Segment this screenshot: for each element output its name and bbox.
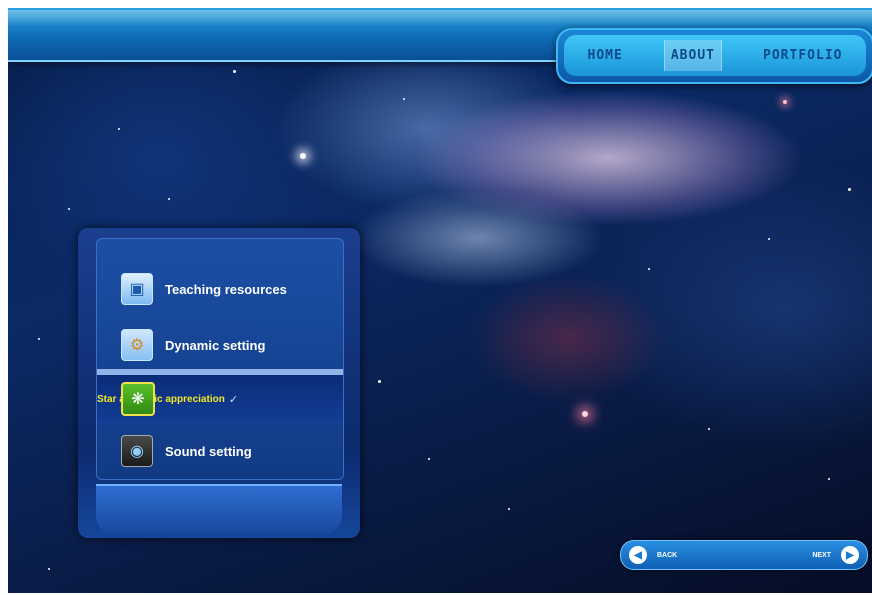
star — [68, 208, 70, 210]
menu-item-dynamic-setting[interactable]: ⚙ Dynamic setting — [97, 321, 343, 369]
star — [708, 428, 710, 430]
main-nav: HOME ABOUT PORTFOLIO — [556, 28, 872, 84]
menu-item-label: Teaching resources — [165, 281, 287, 297]
dynamic-setting-icon: ⚙ — [121, 329, 153, 361]
nav-about[interactable]: ABOUT — [663, 40, 722, 71]
next-label: NEXT — [812, 551, 831, 559]
teaching-resources-icon: ▣ — [121, 273, 153, 305]
nav-portfolio[interactable]: PORTFOLIO — [757, 40, 848, 71]
next-button[interactable]: NEXT ▶ — [812, 541, 859, 569]
star-aesthetic-icon: ❋ — [121, 382, 155, 416]
menu-item-label: Sound setting — [165, 443, 252, 459]
top-bar-shine — [8, 10, 872, 26]
back-button[interactable]: ◀ BACK — [629, 541, 677, 569]
star — [168, 198, 170, 200]
sound-setting-icon: ◉ — [121, 435, 153, 467]
star — [768, 238, 770, 240]
main-nav-inner: HOME ABOUT PORTFOLIO — [564, 35, 866, 76]
menu-item-star-aesthetic[interactable]: ❋ Star aesthetic appreciation ✓ — [97, 369, 343, 423]
menu-item-teaching-resources[interactable]: ▣ Teaching resources — [97, 265, 343, 313]
pager-bar: ◀ BACK NEXT ▶ — [620, 540, 868, 570]
check-icon: ✓ — [228, 393, 239, 406]
star — [38, 338, 40, 340]
bright-star — [582, 411, 588, 417]
star — [848, 188, 851, 191]
nav-home[interactable]: HOME — [582, 40, 629, 71]
settings-menu-panel: ▣ Teaching resources ⚙ Dynamic setting ❋… — [96, 238, 344, 480]
back-label: BACK — [657, 551, 678, 559]
star — [428, 458, 430, 460]
star — [48, 568, 50, 570]
menu-item-label: Dynamic setting — [165, 337, 266, 353]
star — [828, 478, 830, 480]
star — [233, 70, 236, 73]
star — [508, 508, 510, 510]
star — [118, 128, 120, 130]
bright-star — [300, 153, 306, 159]
star — [403, 98, 405, 100]
bright-star — [783, 100, 787, 104]
space-background: HOME ABOUT PORTFOLIO ▣ Teaching resource… — [8, 8, 872, 593]
menu-item-sound-setting[interactable]: ◉ Sound setting — [97, 427, 343, 475]
settings-menu-base — [96, 484, 342, 534]
menu-item-label: Star aesthetic appreciation — [97, 393, 225, 405]
settings-menu: ▣ Teaching resources ⚙ Dynamic setting ❋… — [78, 228, 360, 538]
next-arrow-icon: ▶ — [841, 546, 859, 564]
back-arrow-icon: ◀ — [629, 546, 647, 564]
star — [648, 268, 650, 270]
star — [378, 380, 381, 383]
